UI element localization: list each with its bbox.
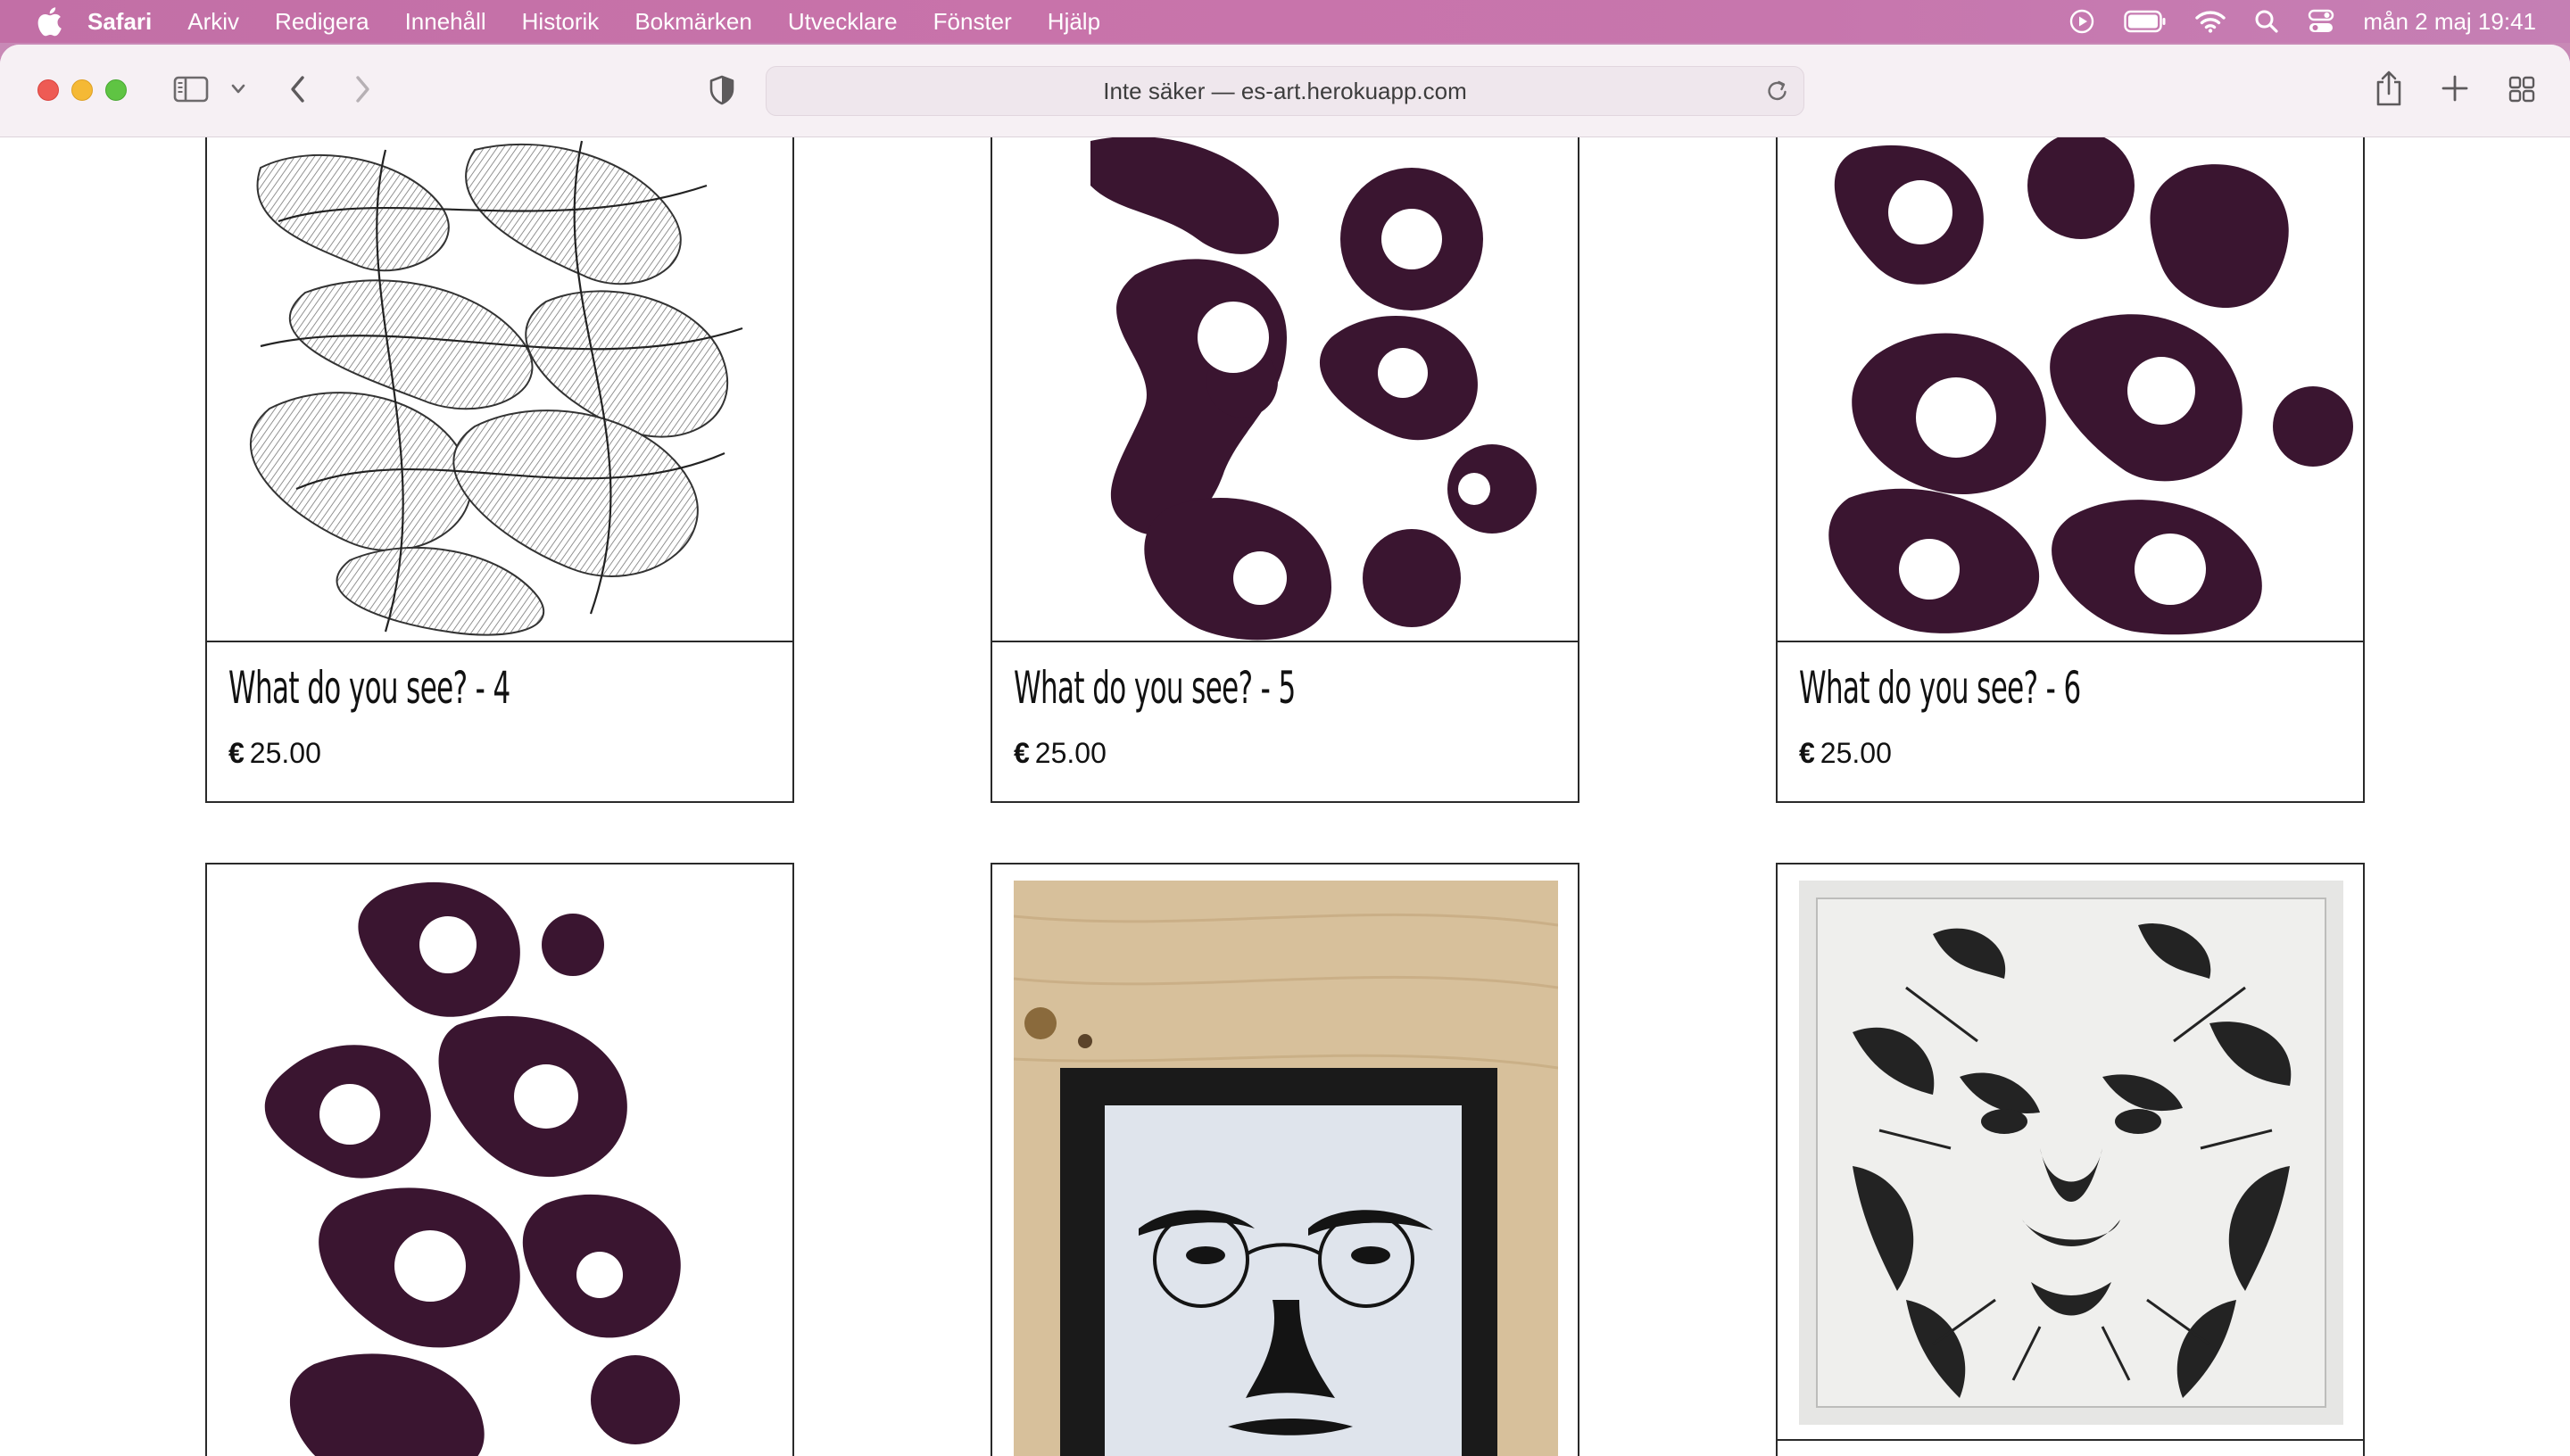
menu-arkiv[interactable]: Arkiv bbox=[187, 8, 239, 36]
wifi-icon[interactable] bbox=[2195, 10, 2226, 33]
product-price: €25.00 bbox=[228, 737, 321, 770]
product-card[interactable] bbox=[205, 863, 794, 1456]
close-window-button[interactable] bbox=[37, 79, 59, 101]
product-caption: What do you see? - 6 €25.00 bbox=[1778, 641, 2363, 803]
product-artwork-image[interactable] bbox=[992, 137, 1578, 641]
product-card[interactable] bbox=[991, 863, 1579, 1456]
product-price: €25.00 bbox=[1014, 737, 1107, 770]
forward-chevron-icon[interactable] bbox=[352, 73, 373, 105]
product-price: €25.00 bbox=[1799, 737, 1892, 770]
share-icon[interactable] bbox=[2374, 70, 2404, 107]
product-caption bbox=[1778, 1439, 2363, 1456]
product-caption: What do you see? - 4 €25.00 bbox=[207, 641, 792, 803]
sidebar-toggle-icon[interactable] bbox=[173, 75, 209, 103]
now-playing-icon[interactable] bbox=[2068, 8, 2095, 35]
menu-fonster[interactable]: Fönster bbox=[933, 8, 1012, 36]
tab-overview-icon[interactable] bbox=[2508, 75, 2536, 103]
product-card[interactable]: What do you see? - 5 €25.00 bbox=[991, 137, 1579, 803]
product-card[interactable] bbox=[1776, 863, 2365, 1456]
menu-historik[interactable]: Historik bbox=[522, 8, 600, 36]
product-artwork-image[interactable] bbox=[207, 864, 792, 1456]
price-value: 25.00 bbox=[1034, 737, 1107, 769]
privacy-shield-icon[interactable] bbox=[709, 75, 735, 105]
product-artwork-image[interactable] bbox=[1778, 137, 2363, 641]
product-card[interactable]: What do you see? - 6 €25.00 bbox=[1776, 137, 2365, 803]
currency-symbol: € bbox=[228, 737, 245, 769]
apple-icon[interactable] bbox=[36, 6, 62, 37]
menu-hjalp[interactable]: Hjälp bbox=[1048, 8, 1100, 36]
menu-app-name[interactable]: Safari bbox=[87, 8, 152, 36]
menu-clock[interactable]: mån 2 maj 19:41 bbox=[2363, 8, 2536, 36]
product-artwork-image[interactable] bbox=[1799, 881, 2343, 1425]
menu-bokmarken[interactable]: Bokmärken bbox=[634, 8, 752, 36]
price-value: 25.00 bbox=[249, 737, 321, 769]
product-caption: What do you see? - 5 €25.00 bbox=[992, 641, 1578, 803]
product-title[interactable]: What do you see? - 5 bbox=[1014, 662, 1296, 714]
product-title[interactable]: What do you see? - 6 bbox=[1799, 662, 2081, 714]
address-bar[interactable]: Inte säker — es-art.herokuapp.com bbox=[766, 66, 1804, 116]
currency-symbol: € bbox=[1014, 737, 1030, 769]
price-value: 25.00 bbox=[1820, 737, 1892, 769]
battery-icon[interactable] bbox=[2124, 10, 2167, 33]
back-chevron-icon[interactable] bbox=[287, 73, 309, 105]
browser-toolbar: Inte säker — es-art.herokuapp.com bbox=[0, 45, 2570, 137]
reload-icon[interactable] bbox=[1764, 78, 1791, 111]
page-content: What do you see? - 4 €25.00 What do you … bbox=[0, 137, 2570, 1456]
menu-bar: Safari Arkiv Redigera Innehåll Historik … bbox=[0, 0, 2570, 43]
product-card[interactable]: What do you see? - 4 €25.00 bbox=[205, 137, 794, 803]
chevron-down-icon[interactable] bbox=[230, 82, 246, 96]
zoom-window-button[interactable] bbox=[105, 79, 127, 101]
product-title[interactable]: What do you see? - 4 bbox=[228, 662, 510, 714]
product-artwork-image[interactable] bbox=[1014, 881, 1558, 1456]
safari-window: Inte säker — es-art.herokuapp.com What d… bbox=[0, 45, 2570, 1456]
menu-utvecklare[interactable]: Utvecklare bbox=[788, 8, 898, 36]
product-artwork-image[interactable] bbox=[207, 137, 792, 641]
new-tab-plus-icon[interactable] bbox=[2440, 73, 2470, 103]
menu-innehall[interactable]: Innehåll bbox=[405, 8, 486, 36]
address-text: Inte säker — es-art.herokuapp.com bbox=[1103, 77, 1467, 104]
control-center-icon[interactable] bbox=[2308, 9, 2334, 34]
menu-redigera[interactable]: Redigera bbox=[275, 8, 369, 36]
minimize-window-button[interactable] bbox=[71, 79, 93, 101]
spotlight-search-icon[interactable] bbox=[2254, 9, 2279, 34]
currency-symbol: € bbox=[1799, 737, 1815, 769]
